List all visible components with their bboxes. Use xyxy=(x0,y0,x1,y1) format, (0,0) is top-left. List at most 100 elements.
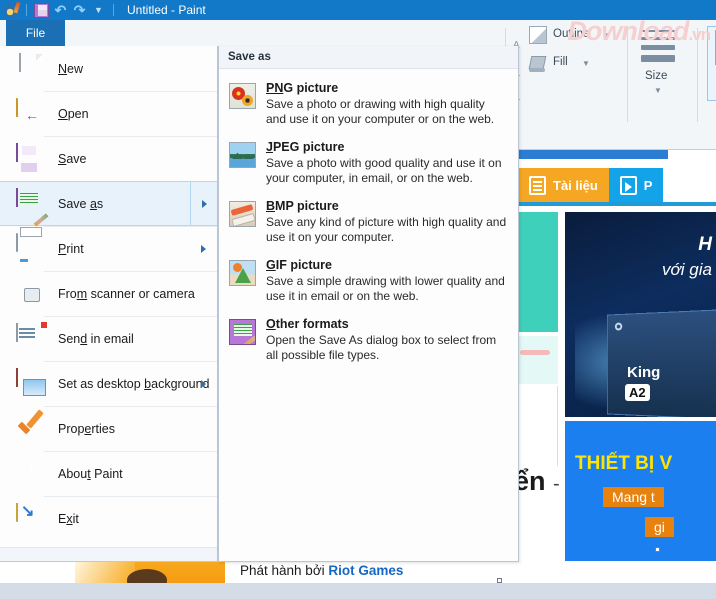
size-button[interactable]: Size ▼ xyxy=(639,22,694,132)
webpage-progress-bar xyxy=(518,150,668,159)
webpage-tab-label: P xyxy=(643,177,653,193)
outline-label[interactable]: Outline xyxy=(553,28,589,40)
menu-item-open[interactable]: Open xyxy=(0,91,217,136)
resize-handle[interactable] xyxy=(655,547,660,552)
menu-item-about-paint[interactable]: About Paint xyxy=(0,451,217,496)
save-as-option-title: BMP picture xyxy=(266,199,339,213)
menu-item-label: Send in email xyxy=(58,331,134,346)
paint-icon[interactable] xyxy=(4,2,19,18)
menu-item-print[interactable]: Print xyxy=(0,226,217,271)
publisher-strip: Phát hành bởi Riot Games xyxy=(0,547,716,583)
save-as-option-png[interactable]: PNG picture Save a photo or drawing with… xyxy=(219,77,518,136)
publisher-name[interactable]: Riot Games xyxy=(328,563,403,578)
outline-chevron-down-icon[interactable]: ▼ xyxy=(603,31,611,40)
file-menu-panel: New Open Save Save as Print From scanner… xyxy=(0,46,218,562)
save-as-option-title: PNG picture xyxy=(266,81,339,95)
background-webpage: Tài liệu P ển - H với gia King A2 A2000 … xyxy=(518,150,716,599)
menu-item-from-scanner-or-camera[interactable]: From scanner or camera xyxy=(0,271,217,316)
save-as-option-title: JPEG picture xyxy=(266,140,345,154)
file-tab-label: File xyxy=(25,26,46,40)
fill-bucket-icon xyxy=(529,54,547,72)
menu-item-label: From scanner or camera xyxy=(58,286,195,301)
email-icon xyxy=(16,322,46,354)
webpage-tab-tai-lieu[interactable]: Tài liệu xyxy=(518,168,609,202)
menu-item-label: Set as desktop background xyxy=(58,376,210,391)
webpage-side-dash: - xyxy=(553,473,560,495)
menu-item-label: Open xyxy=(58,106,89,121)
submenu-chevron-right-icon[interactable] xyxy=(190,361,217,406)
save-as-option-jpeg[interactable]: JPEG picture Save a photo with good qual… xyxy=(219,136,518,195)
title-bar: ↶ ↷ ▼ Untitled - Paint xyxy=(0,0,716,20)
menu-item-label: Save xyxy=(58,151,87,166)
banner-heading-2: với gia xyxy=(662,260,712,279)
save-as-option-gif[interactable]: GIF picture Save a simple drawing with l… xyxy=(219,254,518,313)
fill-chevron-down-icon[interactable]: ▼ xyxy=(582,59,590,68)
png-flower-thumbnail xyxy=(229,83,256,109)
menu-item-label: Properties xyxy=(58,421,115,436)
save-as-submenu-header: Save as xyxy=(219,46,518,69)
save-as-option-description: Open the Save As dialog box to select fr… xyxy=(266,333,497,362)
banner-badge: A2 xyxy=(625,384,650,401)
save-as-option-title: Other formats xyxy=(266,317,349,331)
submenu-chevron-right-icon[interactable] xyxy=(190,226,217,271)
webpage-sidebar-block-3 xyxy=(518,386,558,466)
banner-heading-1: H xyxy=(698,234,712,255)
save-as-option-bmp[interactable]: BMP picture Save any kind of picture wit… xyxy=(219,195,518,254)
menu-item-label: About Paint xyxy=(58,466,123,481)
save-as-option-other-formats[interactable]: Other formats Open the Save As dialog bo… xyxy=(219,313,518,372)
bmp-brushes-thumbnail xyxy=(229,201,256,227)
save-as-option-description: Save any kind of picture with high quali… xyxy=(266,215,507,244)
jpeg-landscape-thumbnail xyxy=(229,142,256,168)
window-title: Untitled - Paint xyxy=(127,3,206,17)
scanner-icon xyxy=(16,279,46,309)
undo-icon[interactable]: ↶ xyxy=(53,2,68,18)
webpage-sidebar-block-2 xyxy=(518,336,558,384)
menu-item-new[interactable]: New xyxy=(0,46,217,91)
printer-icon xyxy=(16,232,46,264)
fill-label[interactable]: Fill xyxy=(553,56,568,68)
about-info-icon xyxy=(16,459,46,489)
banner-brand: King xyxy=(627,364,661,381)
banner2-tag-1: Mang t xyxy=(603,487,664,507)
menu-item-exit[interactable]: Exit xyxy=(0,496,217,541)
menu-item-save[interactable]: Save xyxy=(0,136,217,181)
webpage-sidebar-block xyxy=(518,212,558,332)
menu-item-properties[interactable]: Properties xyxy=(0,406,217,451)
exit-icon xyxy=(16,502,46,534)
file-tab[interactable]: File xyxy=(6,20,65,46)
menu-item-save-as[interactable]: Save as xyxy=(0,181,217,226)
ad-banner-top[interactable]: H với gia King A2 A2000 S Tìm hiểu t xyxy=(565,212,716,417)
banner-device-image xyxy=(606,309,716,417)
customize-quick-access-icon[interactable]: ▼ xyxy=(91,3,106,18)
webpage-side-text-value: ển xyxy=(518,466,546,496)
save-as-floppy-icon xyxy=(16,187,46,219)
webpage-tab-phim[interactable]: P xyxy=(608,168,664,202)
save-as-option-description: Save a photo with good quality and use i… xyxy=(266,156,502,185)
color-1-button[interactable]: Color 1 xyxy=(707,26,716,101)
size-bars-icon xyxy=(641,30,675,67)
resize-handle[interactable] xyxy=(497,578,502,583)
save-floppy-icon xyxy=(16,142,46,174)
save-as-option-title: GIF picture xyxy=(266,258,332,272)
submenu-chevron-right-icon[interactable] xyxy=(190,182,217,225)
save-icon[interactable] xyxy=(34,2,49,18)
webpage-side-text: ển - xyxy=(518,466,560,497)
menu-item-set-as-desktop-background[interactable]: Set as desktop background xyxy=(0,361,217,406)
publisher-thumbnail xyxy=(75,561,225,583)
menu-item-label: New xyxy=(58,61,84,76)
new-document-icon xyxy=(16,52,46,84)
paint-window: A ► ► Outline ▼ Fill ▼ xyxy=(0,0,716,599)
webpage-tab-label: Tài liệu xyxy=(553,177,598,193)
size-label: Size xyxy=(645,70,668,82)
other-formats-floppy-thumbnail xyxy=(229,319,256,345)
save-as-options-list: PNG picture Save a photo or drawing with… xyxy=(219,69,518,372)
save-as-submenu: Save as PNG picture Save a photo or draw… xyxy=(218,46,519,562)
size-chevron-down-icon[interactable]: ▼ xyxy=(654,86,662,95)
divider xyxy=(26,4,27,16)
redo-icon[interactable]: ↷ xyxy=(72,2,87,18)
menu-item-send-in-email[interactable]: Send in email xyxy=(0,316,217,361)
save-as-option-description: Save a photo or drawing with high qualit… xyxy=(266,97,495,126)
webpage-tab-underline xyxy=(518,202,716,206)
desktop-background-icon xyxy=(16,367,46,399)
file-menu-footer xyxy=(0,547,217,561)
